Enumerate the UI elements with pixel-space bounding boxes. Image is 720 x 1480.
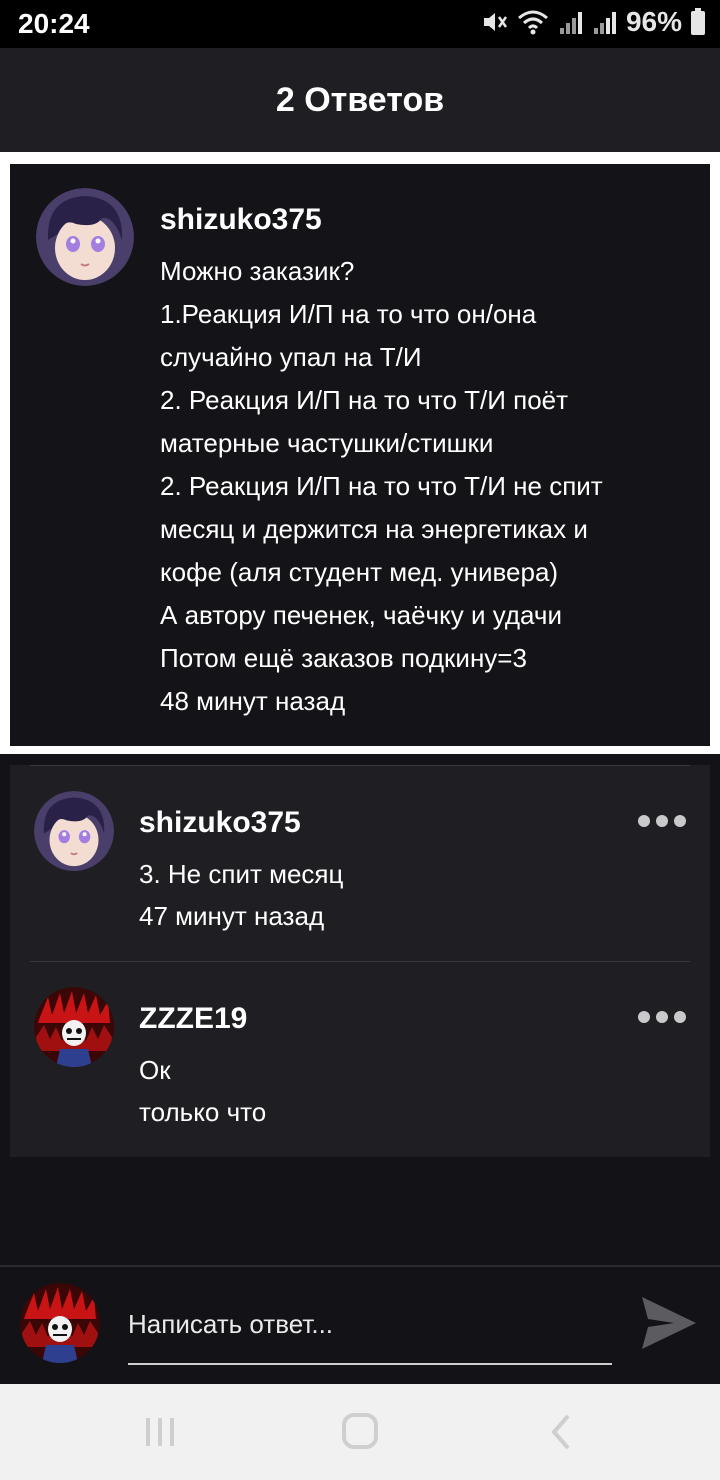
post-line: А автору печенек, чаёчку и удачи	[160, 600, 562, 630]
reply-composer: Написать ответ...	[0, 1267, 720, 1383]
reply-text: 3. Не спит месяц	[139, 859, 344, 889]
reply-item: ZZZE19 Ок только что	[10, 961, 710, 1157]
replies-list: shizuko375 3. Не спит месяц 47 минут наз…	[10, 765, 710, 1157]
reply-time: только что	[139, 1097, 267, 1127]
post-username[interactable]: shizuko375	[160, 202, 690, 238]
post-line: случайно упал на Т/И	[160, 342, 422, 372]
recent-apps-icon[interactable]	[138, 1412, 182, 1452]
post-time: 48 минут назад	[160, 686, 346, 716]
page-title: 2 Ответов	[275, 80, 445, 119]
reply-body: shizuko375 3. Не спит месяц 47 минут наз…	[139, 805, 619, 937]
reply-text: Ок	[139, 1055, 171, 1085]
back-icon[interactable]	[540, 1412, 584, 1452]
status-icons: 96%	[480, 6, 706, 38]
original-post-frame: shizuko375 Можно заказик? 1.Реакция И/П …	[0, 152, 720, 754]
reply-body: ZZZE19 Ок только что	[139, 1001, 619, 1133]
avatar	[20, 1283, 100, 1363]
post-line: 2. Реакция И/П на то что Т/И не спит	[160, 471, 603, 501]
original-post-body: shizuko375 Можно заказик? 1.Реакция И/П …	[160, 202, 690, 723]
reply-time: 47 минут назад	[139, 901, 325, 931]
post-line: кофе (аля студент мед. универа)	[160, 557, 559, 587]
post-line: месяц и держится на энергетиках и	[160, 514, 588, 544]
reply-input[interactable]: Написать ответ...	[128, 1297, 612, 1365]
avatar[interactable]	[34, 791, 114, 871]
original-post: shizuko375 Можно заказик? 1.Реакция И/П …	[10, 164, 710, 746]
post-text: Можно заказик? 1.Реакция И/П на то что о…	[160, 250, 690, 723]
post-line: 2. Реакция И/П на то что Т/И поёт	[160, 385, 569, 415]
system-nav-bar	[0, 1384, 720, 1480]
reply-item: shizuko375 3. Не спит месяц 47 минут наз…	[10, 765, 710, 961]
post-line: матерные частушки/стишки	[160, 428, 494, 458]
header: 2 Ответов	[0, 48, 720, 152]
post-line: Потом ещё заказов подкину=3	[160, 643, 527, 673]
signal-icon	[559, 12, 582, 34]
reply-username[interactable]: shizuko375	[139, 805, 619, 841]
post-line: Можно заказик?	[160, 256, 355, 286]
mute-icon	[483, 13, 507, 31]
battery-icon	[691, 8, 705, 35]
send-icon[interactable]	[640, 1295, 698, 1351]
reply-username[interactable]: ZZZE19	[139, 1001, 619, 1037]
wifi-icon	[517, 10, 548, 35]
more-options-icon[interactable]	[638, 1009, 688, 1025]
home-icon[interactable]	[338, 1412, 382, 1452]
avatar[interactable]	[34, 987, 114, 1067]
avatar[interactable]	[36, 188, 134, 286]
status-time: 20:24	[18, 8, 90, 39]
battery-percent: 96%	[625, 6, 682, 37]
signal-icon	[593, 12, 616, 34]
post-line: 1.Реакция И/П на то что он/она	[160, 299, 537, 329]
more-options-icon[interactable]	[638, 813, 688, 829]
status-bar: 20:24 96%	[0, 0, 720, 48]
